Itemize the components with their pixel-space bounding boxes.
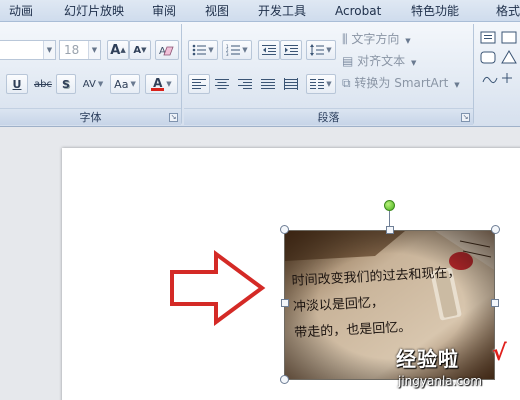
change-case-button[interactable]: Aa ▼ [110,74,140,94]
chevron-down-icon[interactable]: ▼ [88,41,100,59]
bullets-button[interactable]: ▼ [188,40,218,60]
tab-format[interactable]: 格式 [496,2,520,20]
increase-indent-button[interactable] [280,40,302,60]
font-name-combo[interactable]: ▼ [0,40,56,60]
resize-handle-top-right[interactable] [491,225,500,234]
line-spacing-icon [310,44,325,56]
shadow-button[interactable]: S [56,74,76,94]
handwritten-text: 时间改变我们的过去和现在， 冲淡以是回忆， 带走的，也是回忆。 [291,260,464,347]
chevron-down-icon[interactable]: ▼ [43,41,55,59]
justify-button[interactable] [257,74,279,94]
tab-animation[interactable]: 动画 [9,2,33,20]
tab-view[interactable]: 视图 [205,2,229,20]
text-direction-label: 文字方向 [351,32,400,46]
align-left-icon [192,79,206,89]
clear-format-button[interactable]: A [155,40,179,60]
tab-developer[interactable]: 开发工具 [258,2,306,20]
font-color-button[interactable]: A ▼ [145,74,178,94]
convert-smartart-button[interactable]: ⧉ 转换为 SmartArt ▼ [342,74,460,92]
tab-features[interactable]: 特色功能 [411,2,459,20]
text-direction-icon: ⫼ [342,32,348,46]
columns-button[interactable]: ▼ [306,74,336,94]
tab-review[interactable]: 审阅 [152,2,176,20]
paragraph-group-label: 段落 [184,108,473,125]
resize-handle-right[interactable] [491,299,499,307]
align-center-button[interactable] [211,74,233,94]
shrink-font-button[interactable]: A ▼ [129,40,151,60]
align-text-label: 对齐文本 [357,54,406,68]
align-text-button[interactable]: ▤ 对齐文本 ▼ [342,52,416,70]
convert-smartart-label: 转换为 SmartArt [354,76,449,90]
align-center-icon [215,79,229,89]
dialog-launcher-icon[interactable]: ↘ [169,113,178,122]
font-size-value: 18 [64,43,80,57]
dialog-launcher-icon[interactable]: ↘ [461,113,470,122]
font-group-label: 字体 [0,108,181,125]
resize-handle-bottom-left[interactable] [280,375,289,384]
shadow-label: S [62,77,70,91]
check-icon: √ [492,341,507,366]
resize-handle-top[interactable] [386,226,394,234]
align-right-icon [238,79,252,89]
eraser-icon: A [159,46,174,57]
increase-indent-icon [284,45,298,55]
justify-icon [261,79,275,89]
strike-label: abc [34,78,52,90]
resize-handle-left[interactable] [281,299,289,307]
char-spacing-button[interactable]: AV ▼ [78,74,108,94]
case-label: Aa [114,77,129,91]
font-size-combo[interactable]: 18 ▼ [59,40,101,60]
shrink-font-label: A [133,44,142,56]
font-color-label: A [153,75,163,90]
decrease-indent-button[interactable] [258,40,280,60]
resize-handle-top-left[interactable] [280,225,289,234]
grow-font-label: A [110,42,121,58]
tab-acrobat[interactable]: Acrobat [335,2,381,20]
numbering-icon: 123 [226,44,241,56]
distributed-icon [284,78,298,90]
grow-font-button[interactable]: A ▲ [107,40,129,60]
shapes-gallery[interactable] [480,30,520,100]
color-bar [151,87,165,91]
underline-button[interactable]: U [6,74,28,94]
tab-slideshow[interactable]: 幻灯片放映 [64,2,124,20]
red-arrow-shape[interactable] [168,250,266,326]
decrease-indent-icon [262,45,276,55]
align-left-button[interactable] [188,74,210,94]
spacing-label: AV [82,78,96,90]
drawing-group [476,24,520,125]
ribbon: ▼ 18 ▼ A ▲ A ▼ A U abc S AV ▼ Aa ▼ A ▼ 字… [0,22,520,127]
watermark-text: 经验啦 [396,347,459,371]
ribbon-tab-bar: 动画 幻灯片放映 审阅 视图 开发工具 Acrobat 特色功能 格式 [0,0,520,22]
font-group: ▼ 18 ▼ A ▲ A ▼ A U abc S AV ▼ Aa ▼ A ▼ 字… [0,24,182,125]
watermark-logo: 经验啦 √ jingyanla.com [396,341,516,400]
svg-text:3: 3 [226,52,229,56]
watermark-url: jingyanla.com [398,374,483,388]
numbering-button[interactable]: 123 ▼ [222,40,252,60]
bullets-icon [192,44,207,56]
rotate-handle[interactable] [384,200,395,211]
columns-icon [310,79,325,89]
strikethrough-button[interactable]: abc [31,74,55,94]
align-right-button[interactable] [234,74,256,94]
smartart-icon: ⧉ [342,76,351,90]
paragraph-group: ▼ 123 ▼ ▼ ▼ ⫼ 文字方向 ▼ ▤ 对齐文本 ▼ ⧉ 转换为 Smar… [184,24,474,125]
align-text-icon: ▤ [342,54,354,68]
underline-label: U [12,77,22,91]
line-spacing-button[interactable]: ▼ [306,40,336,60]
distributed-button[interactable] [280,74,302,94]
text-direction-button[interactable]: ⫼ 文字方向 ▼ [342,30,411,48]
font-color-swatch: A [151,75,165,91]
